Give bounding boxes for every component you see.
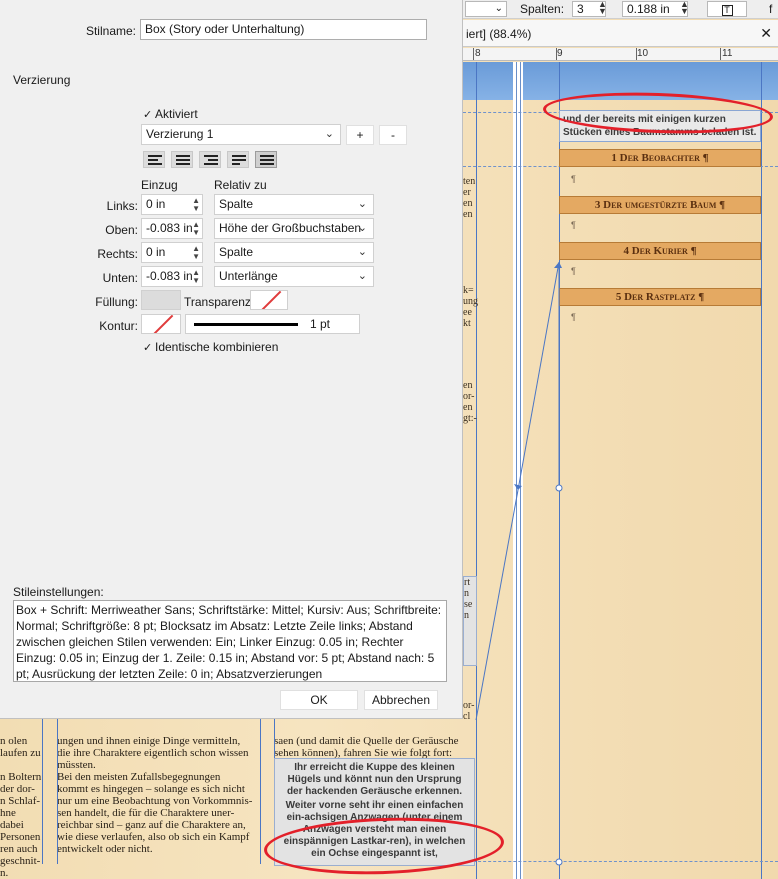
combine-identical-label: Identische kombinieren (155, 340, 279, 354)
style-name-input[interactable]: Box (Story oder Unterhaltung) (140, 19, 427, 40)
cancel-button[interactable]: Abbrechen (364, 690, 438, 710)
top-indent-value: -0.083 in (146, 221, 193, 235)
decoration-select-value: Verzierung 1 (146, 127, 214, 141)
align-right-button[interactable] (199, 151, 221, 168)
stroke-width-value: 1 pt (310, 317, 331, 331)
combine-identical-checkbox[interactable]: ✓ Identische kombinieren (143, 340, 278, 354)
add-decoration-button[interactable]: + (346, 125, 374, 145)
stroke-width-control[interactable]: 1 pt (185, 314, 360, 334)
transparency-label: Transparenz: (184, 295, 255, 309)
left-indent-label: Links: (106, 199, 138, 213)
left-indent-input[interactable]: 0 in ▲ ▼ (141, 194, 203, 215)
style-settings-text: Box + Schrift: Merriweather Sans; Schrif… (13, 600, 447, 682)
align-full-icon (260, 155, 274, 157)
chevron-down-icon: ⌄ (324, 128, 334, 140)
column-guide (260, 719, 261, 864)
story-box-paragraph: Ihr erreicht die Kuppe des kleinen Hügel… (286, 762, 463, 797)
align-center-icon (176, 155, 190, 157)
right-indent-input[interactable]: 0 in ▲ ▼ (141, 242, 203, 263)
left-relative-value: Spalte (219, 197, 254, 211)
stroke-label: Kontur: (99, 319, 138, 333)
bottom-relative-select[interactable]: Unterlänge ⌄ (214, 266, 374, 287)
stroke-color-swatch[interactable] (141, 314, 181, 334)
fill-label: Füllung: (95, 295, 138, 309)
text-column-left: n olen laufen zu n Boltern der dor-n Schla… (0, 735, 42, 879)
style-name-label: Stilname: (85, 24, 136, 38)
indent-header: Einzug (141, 178, 178, 192)
align-full-button[interactable] (255, 151, 277, 168)
decoration-section-label: Verzierung (13, 73, 71, 87)
align-justify-icon (232, 155, 246, 157)
bottom-indent-value: -0.083 in (146, 269, 193, 283)
align-justify-button[interactable] (227, 151, 249, 168)
bottom-indent-label: Unten: (102, 271, 138, 285)
column-guide (42, 719, 43, 864)
top-indent-label: Oben: (105, 223, 138, 237)
transparency-swatch[interactable] (250, 290, 288, 310)
right-relative-value: Spalte (219, 245, 254, 259)
spinner-icon[interactable]: ▲ ▼ (192, 197, 200, 213)
column-guide (57, 719, 58, 864)
right-indent-value: 0 in (146, 245, 166, 259)
spinner-icon[interactable]: ▲ ▼ (192, 245, 200, 261)
stroke-preview (194, 323, 298, 326)
enabled-checkbox[interactable]: ✓ Aktiviert (143, 107, 198, 121)
left-relative-select[interactable]: Spalte ⌄ (214, 194, 374, 215)
top-relative-select[interactable]: Höhe der Großbuchstaben ⌄ (214, 218, 374, 239)
check-icon: ✓ (143, 109, 153, 121)
top-relative-value: Höhe der Großbuchstaben (219, 221, 362, 235)
top-indent-input[interactable]: -0.083 in ▲ ▼ (141, 218, 203, 239)
check-icon: ✓ (143, 342, 153, 354)
align-left-icon (148, 155, 162, 157)
relative-to-header: Relativ zu (214, 178, 267, 192)
bottom-relative-value: Unterlänge (219, 269, 278, 283)
paragraph-style-dialog: Stilname: Box (Story oder Unterhaltung) … (0, 0, 463, 719)
spinner-icon[interactable]: ▲ ▼ (192, 221, 200, 237)
align-right-icon (204, 155, 218, 157)
chevron-down-icon: ⌄ (357, 222, 367, 234)
chevron-down-icon: ⌄ (357, 198, 367, 210)
right-indent-label: Rechts: (97, 247, 138, 261)
fill-color-swatch[interactable] (141, 290, 181, 310)
enabled-label: Aktiviert (155, 107, 198, 121)
bottom-indent-input[interactable]: -0.083 in ▲ ▼ (141, 266, 203, 287)
align-left-button[interactable] (143, 151, 165, 168)
text-column-middle: ungen und ihnen einige Dinge vermitteln,… (57, 735, 253, 855)
align-center-button[interactable] (171, 151, 193, 168)
chevron-down-icon: ⌄ (357, 270, 367, 282)
decoration-select[interactable]: Verzierung 1 ⌄ (141, 124, 341, 145)
right-relative-select[interactable]: Spalte ⌄ (214, 242, 374, 263)
left-indent-value: 0 in (146, 197, 166, 211)
text-column-right: saen (und damit die Quelle der Geräusche… (274, 735, 459, 759)
ok-button[interactable]: OK (280, 690, 358, 710)
remove-decoration-button[interactable]: - (379, 125, 407, 145)
spinner-icon[interactable]: ▲ ▼ (192, 269, 200, 285)
chevron-down-icon: ⌄ (357, 246, 367, 258)
style-settings-label: Stileinstellungen: (13, 585, 104, 599)
body-text-columns: n olen laufen zu n Boltern der dor-n Schla… (0, 735, 458, 879)
